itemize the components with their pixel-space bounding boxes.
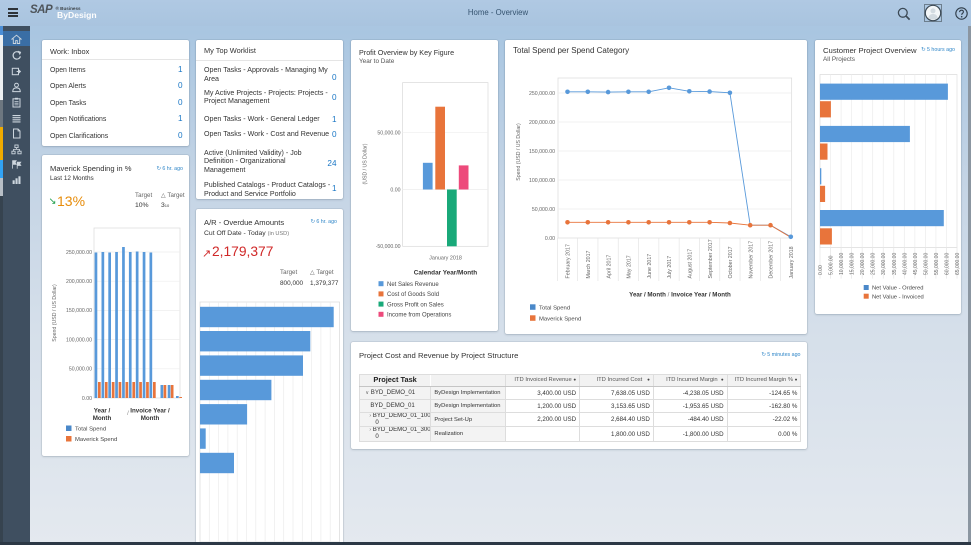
svg-text:September 2017: September 2017 (708, 239, 714, 278)
svg-text:Total Spend: Total Spend (539, 306, 570, 312)
svg-text:150,000.00: 150,000.00 (529, 149, 555, 155)
svg-text:November 2017: November 2017 (748, 241, 754, 279)
svg-text:20,000.00: 20,000.00 (860, 253, 866, 275)
svg-text:Total Spend: Total Spend (75, 427, 106, 433)
svg-text:Month: Month (93, 415, 112, 422)
svg-text:March 2017: March 2017 (586, 250, 592, 278)
svg-text:0.00: 0.00 (545, 236, 555, 242)
svg-text:Maverick Spend: Maverick Spend (539, 317, 581, 323)
svg-text:5,000.00: 5,000.00 (829, 255, 835, 275)
svg-text:/: / (127, 411, 129, 417)
svg-text:Spend (USD / US Dollar): Spend (USD / US Dollar) (52, 284, 58, 342)
svg-text:-50,000.00: -50,000.00 (376, 244, 401, 250)
svg-text:250,000.00: 250,000.00 (66, 250, 92, 256)
svg-text:Net Sales Revenue: Net Sales Revenue (387, 282, 439, 288)
svg-text:August 2017: August 2017 (688, 249, 694, 279)
svg-text:Month: Month (141, 415, 160, 422)
svg-text:45,000.00: 45,000.00 (913, 253, 919, 275)
svg-text:Calendar Year/Month: Calendar Year/Month (414, 269, 478, 276)
svg-text:Net Value - Ordered: Net Value - Ordered (872, 286, 923, 292)
svg-text:100,000.00: 100,000.00 (529, 178, 555, 184)
svg-text:April 2017: April 2017 (606, 255, 612, 279)
svg-text:200,000.00: 200,000.00 (66, 279, 92, 285)
svg-text:150,000.00: 150,000.00 (66, 308, 92, 314)
svg-text:January 2018: January 2018 (789, 246, 795, 278)
svg-text:15,000.00: 15,000.00 (850, 253, 856, 275)
svg-text:0.00: 0.00 (82, 396, 92, 402)
svg-text:Net Value - Invoiced: Net Value - Invoiced (872, 294, 924, 300)
svg-text:Invoice Year /: Invoice Year / (130, 408, 170, 415)
svg-text:55,000.00: 55,000.00 (934, 253, 940, 275)
svg-text:(USD / US Dollar): (USD / US Dollar) (363, 143, 369, 184)
svg-text:January 2018: January 2018 (429, 256, 462, 262)
svg-text:25,000.00: 25,000.00 (871, 253, 877, 275)
svg-text:10,000.00: 10,000.00 (839, 253, 845, 275)
svg-text:May 2017: May 2017 (627, 255, 633, 278)
svg-text:35,000.00: 35,000.00 (892, 253, 898, 275)
svg-text:June 2017: June 2017 (647, 254, 653, 279)
svg-text:40,000.00: 40,000.00 (902, 253, 908, 275)
svg-text:February 2017: February 2017 (566, 244, 572, 279)
svg-text:Maverick Spend: Maverick Spend (75, 437, 117, 443)
svg-text:0.00: 0.00 (390, 187, 400, 193)
svg-text:Spend (USD / US Dollar): Spend (USD / US Dollar) (516, 123, 522, 181)
svg-text:50,000.00: 50,000.00 (377, 131, 400, 137)
svg-text:Cost of Goods Sold: Cost of Goods Sold (387, 292, 439, 298)
svg-text:65,000.00: 65,000.00 (955, 253, 961, 275)
svg-text:Income from Operations: Income from Operations (387, 313, 451, 319)
svg-text:200,000.00: 200,000.00 (529, 120, 555, 126)
svg-text:50,000.00: 50,000.00 (923, 253, 929, 275)
svg-text:50,000.00: 50,000.00 (532, 207, 555, 213)
svg-text:30,000.00: 30,000.00 (881, 253, 887, 275)
svg-text:250,000.00: 250,000.00 (529, 91, 555, 97)
svg-text:October 2017: October 2017 (728, 246, 734, 278)
svg-text:50,000.00: 50,000.00 (69, 367, 92, 373)
svg-text:Gross Profit on Sales: Gross Profit on Sales (387, 302, 444, 308)
svg-text:December 2017: December 2017 (769, 241, 775, 279)
svg-text:Year /: Year / (94, 408, 111, 415)
svg-text:July 2017: July 2017 (667, 256, 673, 279)
svg-text:Year / Month / Invoice Year /: Year / Month / Invoice Year / Month (629, 292, 731, 299)
svg-text:60,000.00: 60,000.00 (944, 253, 950, 275)
svg-text:100,000.00: 100,000.00 (66, 337, 92, 343)
svg-text:0.00: 0.00 (818, 265, 824, 275)
